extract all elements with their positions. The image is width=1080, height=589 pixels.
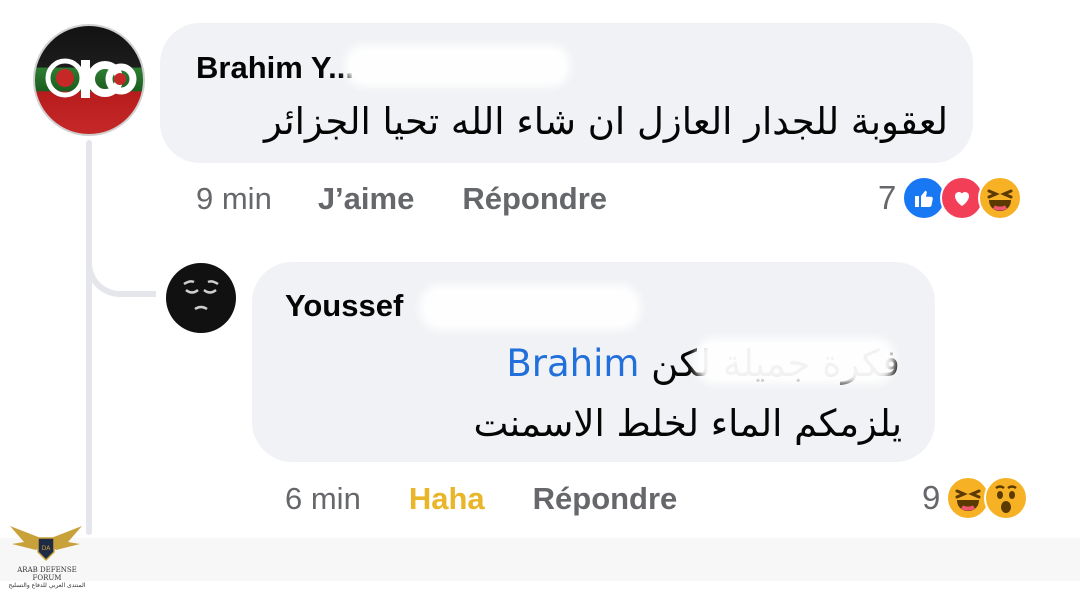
watermark-line1: ARAB DEFENSE FORUM xyxy=(17,566,77,582)
comment-author-name[interactable]: Brahim Y... xyxy=(196,50,354,86)
redaction-blur xyxy=(345,45,570,87)
pensive-face-icon xyxy=(183,280,219,311)
redaction-blur xyxy=(695,338,895,384)
footer-bar xyxy=(0,538,1080,581)
haha-icon xyxy=(978,176,1023,220)
thread-connector-curve xyxy=(86,235,156,297)
comment-reactions[interactable]: 7 xyxy=(878,176,1023,220)
svg-text:DA: DA xyxy=(42,545,52,552)
mention-link[interactable]: Brahim xyxy=(506,342,639,385)
haha-reaction-button[interactable]: Haha xyxy=(409,481,485,517)
like-button[interactable]: J’aime xyxy=(318,181,415,217)
comment-text: لعقوبة للجدار العازل ان شاء الله تحيا ال… xyxy=(263,100,948,143)
avatar-youssef[interactable] xyxy=(166,263,236,333)
avatar-brahim[interactable] xyxy=(33,24,145,136)
reply-timestamp[interactable]: 6 min xyxy=(285,481,361,517)
redaction-blur xyxy=(420,285,640,330)
reaction-count: 7 xyxy=(878,179,897,216)
thread-connector-line xyxy=(86,140,92,535)
reply-button[interactable]: Répondre xyxy=(462,181,607,217)
watermark-line2: المنتدى العربي للدفاع والتسليح xyxy=(8,582,86,589)
comment-actions: 9 min J’aime Répondre xyxy=(196,181,607,217)
reaction-count: 9 xyxy=(922,479,941,516)
reply-author-name[interactable]: Youssef xyxy=(285,288,403,324)
comment-timestamp[interactable]: 9 min xyxy=(196,181,272,217)
reply-actions: 6 min Haha Répondre xyxy=(285,481,677,517)
centenary-logo-icon xyxy=(45,58,137,98)
wow-icon xyxy=(984,476,1029,520)
reply-text-line2: يلزمكم الماء لخلط الاسمنت xyxy=(473,402,902,445)
watermark-text: ARAB DEFENSE FORUM المنتدى العربي للدفاع… xyxy=(4,566,90,589)
winged-shield-icon: DA xyxy=(10,526,82,562)
reply-button[interactable]: Répondre xyxy=(533,481,678,517)
reply-reactions[interactable]: 9 xyxy=(922,476,1029,520)
